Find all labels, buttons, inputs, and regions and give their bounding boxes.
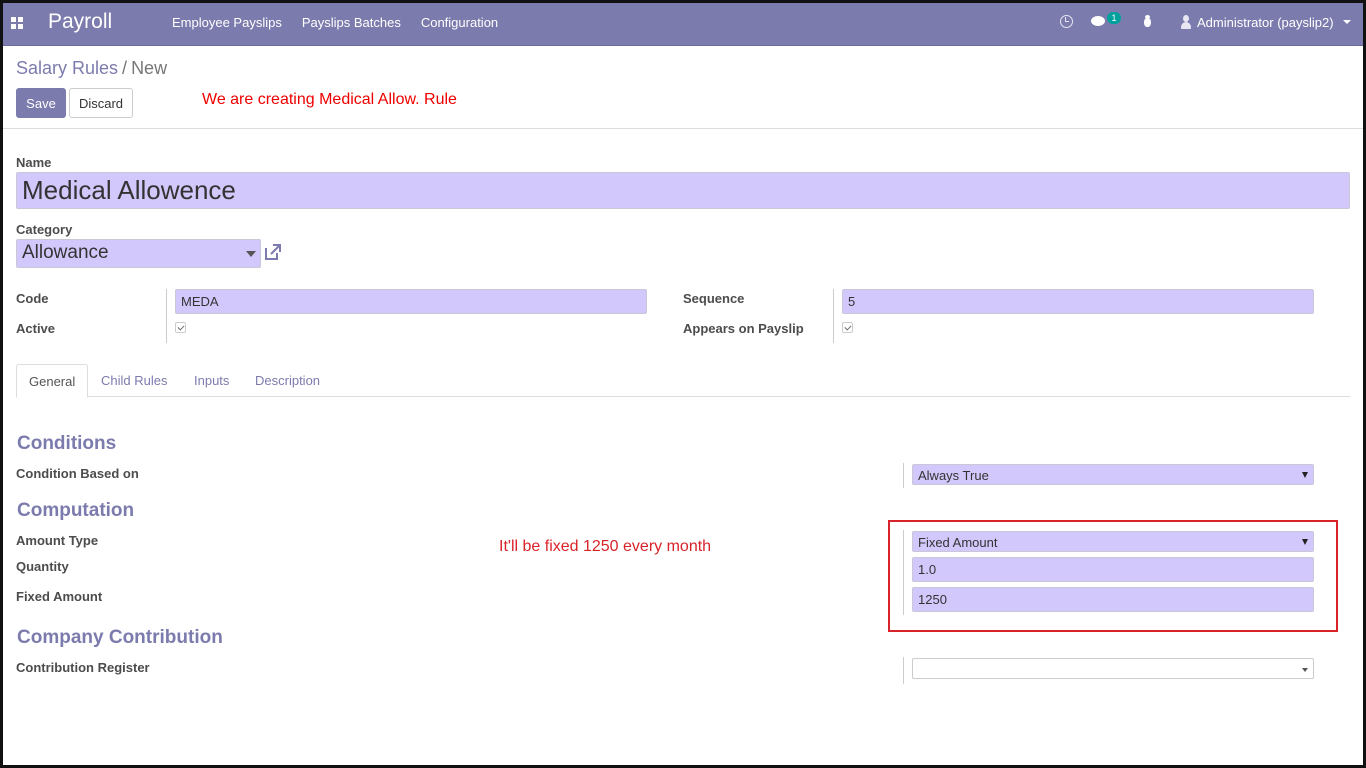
sequence-label: Sequence [683, 291, 745, 306]
breadcrumb-separator: / [122, 58, 128, 78]
breadcrumb: Salary Rules / New [16, 58, 167, 79]
sequence-input[interactable]: 5 [842, 289, 1314, 314]
appears-on-payslip-checkbox[interactable] [842, 322, 853, 333]
code-input[interactable]: MEDA [175, 289, 647, 314]
quantity-label: Quantity [16, 559, 69, 574]
company-contribution-heading: Company Contribution [17, 627, 223, 648]
user-menu[interactable]: Administrator (payslip2) [1197, 15, 1334, 30]
annotation-top: We are creating Medical Allow. Rule [202, 91, 457, 108]
apps-menu-icon[interactable] [11, 17, 23, 29]
external-link-icon[interactable] [264, 243, 282, 261]
active-checkbox[interactable] [175, 322, 186, 333]
discard-button[interactable]: Discard [69, 88, 133, 118]
field-separator [833, 289, 834, 343]
bug-icon[interactable] [1141, 15, 1153, 29]
field-separator [903, 463, 904, 488]
name-input[interactable]: Medical Allowence [16, 172, 1350, 209]
condition-based-on-select[interactable]: Always True [912, 464, 1314, 485]
menu-configuration[interactable]: Configuration [421, 15, 498, 30]
chevron-down-icon[interactable] [1343, 20, 1351, 24]
category-select[interactable]: Allowance [16, 239, 261, 268]
name-label: Name [16, 155, 52, 170]
divider [0, 128, 1366, 129]
chevron-down-icon [1302, 472, 1308, 478]
category-label: Category [16, 222, 73, 237]
conditions-heading: Conditions [17, 433, 117, 454]
user-icon [1180, 15, 1192, 29]
menu-payslips-batches[interactable]: Payslips Batches [302, 15, 401, 30]
clock-icon[interactable] [1060, 15, 1073, 28]
field-separator [166, 289, 167, 343]
menu-employee-payslips[interactable]: Employee Payslips [172, 15, 282, 30]
highlight-box [888, 520, 1338, 632]
condition-based-on-value: Always True [918, 468, 989, 483]
amount-type-label: Amount Type [16, 533, 99, 548]
tab-description[interactable]: Description [243, 364, 332, 397]
app-brand: Payroll [48, 10, 113, 33]
breadcrumb-salary-rules[interactable]: Salary Rules [16, 58, 118, 78]
chat-badge: 1 [1107, 12, 1121, 24]
tab-child-rules[interactable]: Child Rules [89, 364, 179, 397]
top-navbar: Payroll Employee Payslips Payslips Batch… [0, 0, 1366, 46]
appears-on-payslip-label: Appears on Payslip [683, 321, 804, 336]
computation-heading: Computation [17, 500, 135, 521]
fixed-amount-label: Fixed Amount [16, 589, 103, 604]
code-label: Code [16, 291, 49, 306]
contribution-register-select[interactable] [912, 658, 1314, 679]
breadcrumb-current: New [131, 58, 168, 78]
chevron-down-icon [1302, 668, 1308, 672]
field-separator [903, 657, 904, 684]
tab-inputs[interactable]: Inputs [182, 364, 241, 397]
annotation-middle: It'll be fixed 1250 every month [499, 538, 712, 555]
active-label: Active [16, 321, 56, 336]
chat-icon[interactable] [1091, 14, 1107, 28]
condition-based-on-label: Condition Based on [16, 466, 139, 481]
tab-general[interactable]: General [16, 364, 89, 398]
chevron-down-icon[interactable] [246, 251, 256, 257]
save-button[interactable]: Save [16, 88, 66, 118]
contribution-register-label: Contribution Register [16, 660, 150, 675]
notebook-tabs: General Child Rules Inputs Description [16, 364, 1350, 398]
main-menu: Employee Payslips Payslips Batches Confi… [172, 15, 498, 30]
